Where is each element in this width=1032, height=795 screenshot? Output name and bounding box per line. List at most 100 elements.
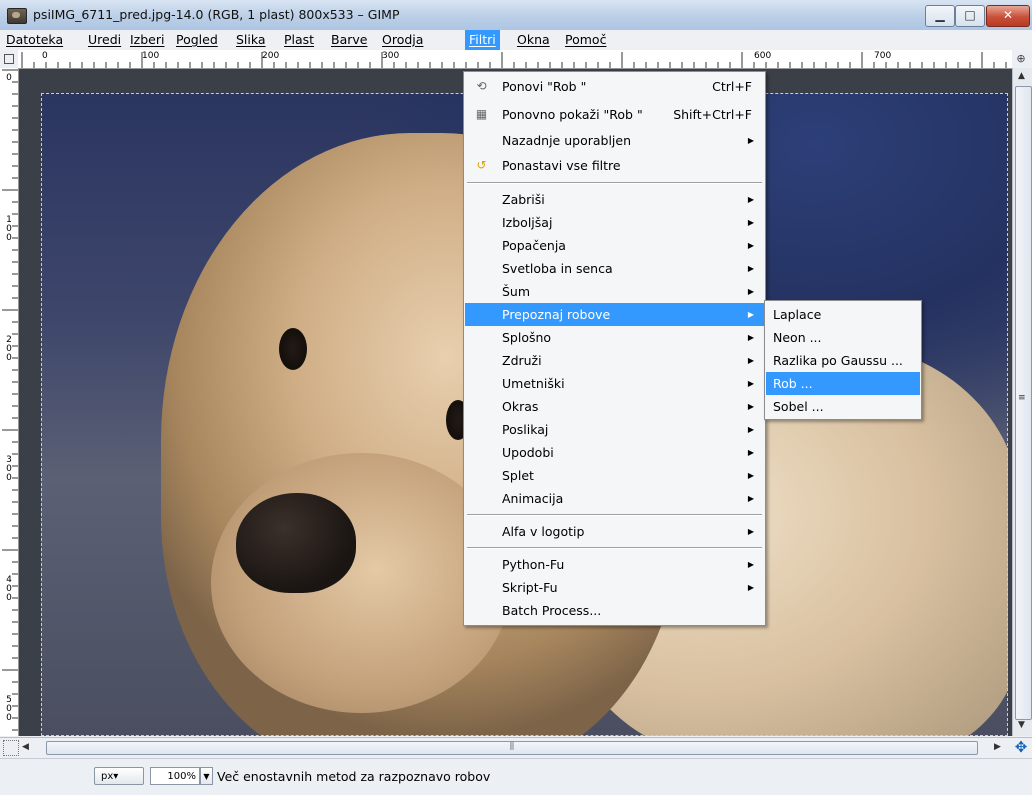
unit-select[interactable]: px▾ xyxy=(94,767,144,785)
menu-uredi[interactable]: Uredi xyxy=(84,30,125,50)
menu-item-combine[interactable]: Združi ▶ xyxy=(465,349,764,372)
menu-item-label: Nazadnje uporabljen xyxy=(502,133,632,148)
menu-item-label: Rob ... xyxy=(773,376,813,391)
submenu-arrow-icon: ▶ xyxy=(747,218,754,227)
scroll-left-arrow[interactable]: ◀ xyxy=(22,742,29,752)
status-message: Več enostavnih metod za razpoznavo robov xyxy=(217,769,491,784)
reset-icon: ↺ xyxy=(476,158,487,172)
maximize-button[interactable]: □ xyxy=(955,5,985,27)
ruler-label: 500 xyxy=(6,695,12,723)
quick-mask-toggle-icon[interactable] xyxy=(3,740,19,756)
zoom-fit-icon[interactable]: ⊕ xyxy=(1014,52,1028,66)
submenu-item-neon[interactable]: Neon ... xyxy=(766,326,920,349)
menu-item-distorts[interactable]: Popačenja ▶ xyxy=(465,234,764,257)
menu-item-label: Združi xyxy=(502,353,542,368)
menu-item-animation[interactable]: Animacija ▶ xyxy=(465,487,764,510)
menu-item-label: Laplace xyxy=(773,307,822,322)
menu-filtri[interactable]: Filtri xyxy=(465,30,500,50)
menu-item-reshow[interactable]: ▦ Ponovno pokaži "Rob " Shift+Ctrl+F xyxy=(465,103,764,126)
menu-item-alpha-to-logo[interactable]: Alfa v logotip ▶ xyxy=(465,520,764,543)
menu-item-web[interactable]: Splet ▶ xyxy=(465,464,764,487)
menu-item-label: Python-Fu xyxy=(502,557,565,572)
minimize-button[interactable]: ▁ xyxy=(925,5,955,27)
menu-pogled[interactable]: Pogled xyxy=(172,30,222,50)
navigate-icon[interactable]: ✥ xyxy=(1013,739,1029,755)
submenu-item-laplace[interactable]: Laplace xyxy=(766,303,920,326)
menu-item-enhance[interactable]: Izboljšaj ▶ xyxy=(465,211,764,234)
scroll-down-arrow[interactable]: ▼ xyxy=(1018,720,1025,730)
menu-item-repeat[interactable]: ⟲ Ponovi "Rob " Ctrl+F xyxy=(465,75,764,98)
submenu-arrow-icon: ▶ xyxy=(747,448,754,457)
menu-item-label: Svetloba in senca xyxy=(502,261,613,276)
vertical-scrollbar[interactable]: ▲ ≡ ▼ xyxy=(1012,68,1032,736)
submenu-arrow-icon: ▶ xyxy=(747,356,754,365)
zoom-dropdown-button[interactable]: ▼ xyxy=(200,767,213,785)
horizontal-scrollbar[interactable]: ⫼ xyxy=(34,741,989,755)
dog-eye-left xyxy=(279,328,307,370)
menu-slika[interactable]: Slika xyxy=(232,30,270,50)
submenu-arrow-icon: ▶ xyxy=(747,471,754,480)
submenu-arrow-icon: ▶ xyxy=(747,494,754,503)
menu-item-script-fu[interactable]: Skript-Fu ▶ xyxy=(465,576,764,599)
zoom-input[interactable]: 100% xyxy=(150,767,200,785)
horizontal-ruler: 0 100 200 300 600 700 xyxy=(18,50,1012,69)
menu-item-generic[interactable]: Splošno ▶ xyxy=(465,326,764,349)
ruler-corner-menu-button[interactable] xyxy=(0,50,18,68)
menu-okna[interactable]: Okna xyxy=(513,30,554,50)
menu-item-render[interactable]: Upodobi ▶ xyxy=(465,441,764,464)
submenu-item-edge[interactable]: Rob ... xyxy=(766,372,920,395)
menu-orodja[interactable]: Orodja xyxy=(378,30,427,50)
menu-item-edge-detect[interactable]: Prepoznaj robove ▶ xyxy=(465,303,764,326)
submenu-arrow-icon: ▶ xyxy=(747,241,754,250)
scroll-up-arrow[interactable]: ▲ xyxy=(1018,71,1025,81)
submenu-arrow-icon: ▶ xyxy=(747,195,754,204)
menu-barve[interactable]: Barve xyxy=(327,30,371,50)
menu-item-recently-used[interactable]: Nazadnje uporabljen ▶ xyxy=(465,129,764,152)
ruler-label: 300 xyxy=(6,455,12,483)
menu-item-label: Splet xyxy=(502,468,534,483)
menu-item-batch-process[interactable]: Batch Process... xyxy=(465,599,764,622)
menu-datoteka[interactable]: Datoteka xyxy=(2,30,67,50)
menu-item-reset-filters[interactable]: ↺ Ponastavi vse filtre xyxy=(465,154,764,177)
menu-item-artistic[interactable]: Umetniški ▶ xyxy=(465,372,764,395)
menu-item-decor[interactable]: Okras ▶ xyxy=(465,395,764,418)
submenu-arrow-icon: ▶ xyxy=(747,560,754,569)
menu-item-light-shadow[interactable]: Svetloba in senca ▶ xyxy=(465,257,764,280)
vertical-scroll-thumb[interactable]: ≡ xyxy=(1015,86,1032,720)
submenu-arrow-icon: ▶ xyxy=(747,402,754,411)
menu-item-label: Alfa v logotip xyxy=(502,524,585,539)
submenu-arrow-icon: ▶ xyxy=(747,379,754,388)
horizontal-scroll-thumb[interactable]: ⫼ xyxy=(46,741,978,755)
menu-item-label: Ponovi "Rob " xyxy=(502,79,587,94)
submenu-item-difference-of-gaussians[interactable]: Razlika po Gaussu ... xyxy=(766,349,920,372)
menu-item-noise[interactable]: Šum ▶ xyxy=(465,280,764,303)
menu-item-python-fu[interactable]: Python-Fu ▶ xyxy=(465,553,764,576)
ruler-ticks xyxy=(21,52,1007,68)
menu-item-map[interactable]: Poslikaj ▶ xyxy=(465,418,764,441)
repeat-icon: ⟲ xyxy=(476,79,487,93)
ruler-ticks xyxy=(2,69,18,731)
menu-item-label: Razlika po Gaussu ... xyxy=(773,353,903,368)
scroll-right-arrow[interactable]: ▶ xyxy=(994,742,1001,752)
menu-item-label: Okras xyxy=(502,399,539,414)
ruler-label: 0 xyxy=(6,73,12,83)
menu-plast[interactable]: Plast xyxy=(280,30,318,50)
close-button[interactable]: ✕ xyxy=(986,5,1030,27)
gimp-app-icon xyxy=(7,8,27,24)
ruler-label: 400 xyxy=(6,575,12,603)
submenu-arrow-icon: ▶ xyxy=(747,310,754,319)
horizontal-scroll-row: ◀ ⫼ ▶ xyxy=(0,737,1032,758)
menu-item-label: Prepoznaj robove xyxy=(502,307,611,322)
menu-izberi[interactable]: Izberi xyxy=(126,30,169,50)
dog-nose xyxy=(236,493,356,593)
submenu-arrow-icon: ▶ xyxy=(747,136,754,145)
menu-pomoc[interactable]: Pomoč xyxy=(561,30,610,50)
menu-item-label: Splošno xyxy=(502,330,552,345)
menu-item-label: Umetniški xyxy=(502,376,565,391)
menu-item-label: Upodobi xyxy=(502,445,554,460)
menubar: Datoteka Uredi Izberi Pogled Slika Plast… xyxy=(0,30,1032,50)
menu-item-label: Izboljšaj xyxy=(502,215,553,230)
menu-item-blur[interactable]: Zabriši ▶ xyxy=(465,188,764,211)
title-bar: psiIMG_6711_pred.jpg-14.0 (RGB, 1 plast)… xyxy=(0,0,1032,31)
submenu-item-sobel[interactable]: Sobel ... xyxy=(766,395,920,418)
